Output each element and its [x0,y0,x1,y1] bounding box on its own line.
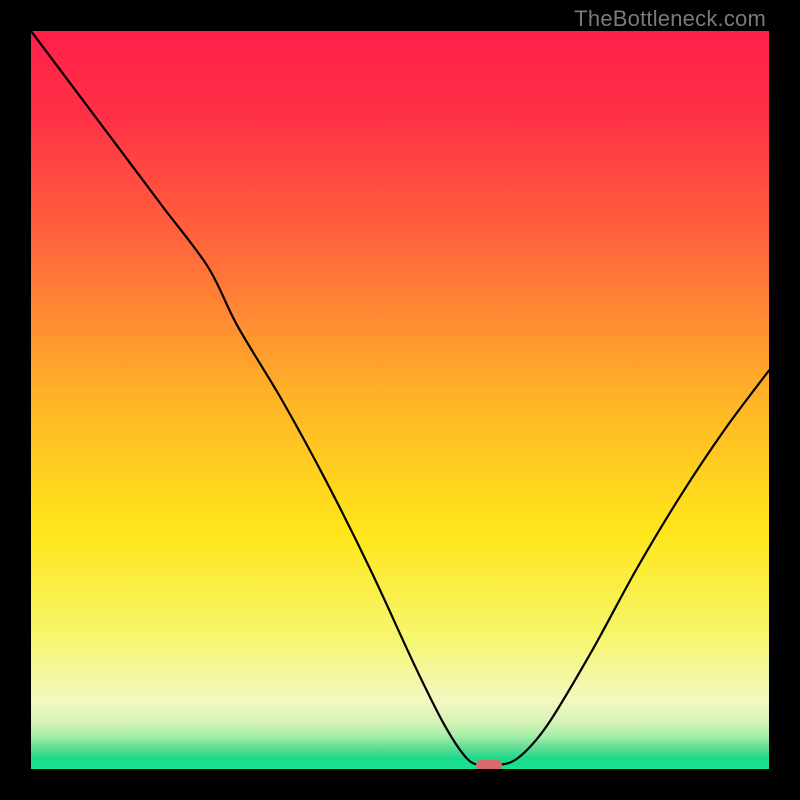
chart-frame: TheBottleneck.com [0,0,800,800]
optimal-point-marker [476,760,502,769]
bottleneck-curve [31,31,769,769]
watermark-text: TheBottleneck.com [574,6,766,32]
plot-area [31,31,769,769]
